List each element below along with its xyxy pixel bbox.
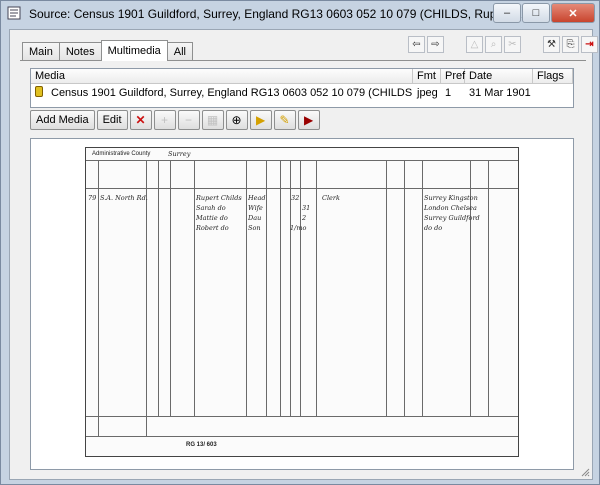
tools-icon[interactable]: ⚒ <box>543 36 560 53</box>
census-birthplace-1: Surrey Kingston <box>424 194 478 202</box>
table-row[interactable]: Census 1901 Guildford, Surrey, England R… <box>31 84 573 102</box>
tab-notes[interactable]: Notes <box>58 42 102 60</box>
minimize-button[interactable]: – <box>493 3 521 23</box>
resize-grip-icon[interactable] <box>580 467 590 477</box>
census-footer-ref: RG 13/ 603 <box>186 442 217 448</box>
media-preview[interactable]: Administrative County Surrey 79 S.A. Nor… <box>30 138 574 470</box>
tab-multimedia[interactable]: Multimedia <box>100 40 168 61</box>
copy-icon[interactable]: ⎘ <box>562 36 579 53</box>
source-window: Source: Census 1901 Guildford, Surrey, E… <box>0 0 600 485</box>
census-name-4: Robert do <box>196 224 229 232</box>
cut-icon[interactable]: ✂ <box>504 36 521 53</box>
search-icon[interactable]: ⌕ <box>485 36 502 53</box>
client-area: Main Notes Multimedia All ⇦ ⇨ △ ⌕ ✂ ⚒ ⎘ … <box>9 29 598 480</box>
media-name: Census 1901 Guildford, Surrey, England R… <box>51 87 413 99</box>
media-flags <box>533 84 573 102</box>
source-app-icon <box>7 6 21 20</box>
maximize-button[interactable]: □ <box>522 3 550 23</box>
column-header-media[interactable]: Media <box>31 69 413 83</box>
add-media-button[interactable]: Add Media <box>30 110 95 130</box>
media-format: jpeg <box>417 87 438 99</box>
window-controls: – □ ✕ <box>493 3 595 23</box>
tab-main[interactable]: Main <box>22 42 60 60</box>
tab-strip: Main Notes Multimedia All <box>22 39 194 61</box>
census-relation-4: Son <box>248 224 261 232</box>
census-street: S.A. North Rd. <box>100 194 148 202</box>
census-county: Surrey <box>168 150 191 158</box>
census-relation-3: Dau <box>248 214 262 222</box>
census-name-3: Mattie do <box>196 214 228 222</box>
census-occupation: Clerk <box>322 194 340 202</box>
close-button[interactable]: ✕ <box>551 3 595 23</box>
edit-button[interactable]: Edit <box>96 110 128 130</box>
census-birthplace-4: do do <box>424 224 443 232</box>
media-table-header: Media Fmt Pref Date Flags <box>31 69 573 84</box>
window-toolbar: ⇦ ⇨ △ ⌕ ✂ ⚒ ⎘ ⇥ <box>408 36 598 53</box>
pin-icon <box>35 86 43 97</box>
exit-icon[interactable]: ⇥ <box>581 36 598 53</box>
media-actions: Add Media Edit ✕ + − ▦ ⊕ ▶ ✎ ▶ <box>30 110 320 130</box>
media-pref: 1 <box>445 87 452 99</box>
media-table: Media Fmt Pref Date Flags Census 1901 Gu… <box>30 68 574 108</box>
census-age-3: 2 <box>302 214 307 222</box>
census-row-no: 79 <box>88 194 97 202</box>
delete-icon[interactable]: ✕ <box>129 110 152 130</box>
census-name-1: Rupert Childs <box>196 194 242 202</box>
census-relation-1: Head <box>248 194 266 202</box>
column-header-date[interactable]: Date <box>465 69 533 83</box>
grid-icon[interactable]: ▦ <box>201 110 224 130</box>
census-birthplace-2: London Chelsea <box>424 204 477 212</box>
remove-icon[interactable]: − <box>177 110 200 130</box>
tab-all[interactable]: All <box>166 42 194 60</box>
title-bar[interactable]: Source: Census 1901 Guildford, Surrey, E… <box>1 1 599 27</box>
census-name-2: Sarah do <box>196 204 226 212</box>
record-icon[interactable]: ▶ <box>297 110 320 130</box>
play-icon[interactable]: ▶ <box>249 110 272 130</box>
census-birthplace-3: Surrey Guildford <box>424 214 480 222</box>
census-age-1: 32 <box>291 194 300 202</box>
census-image: Administrative County Surrey 79 S.A. Nor… <box>85 147 519 457</box>
back-icon[interactable]: ⇦ <box>408 36 425 53</box>
window-title: Source: Census 1901 Guildford, Surrey, E… <box>29 7 537 21</box>
census-age-2: 31 <box>302 204 311 212</box>
census-age-4: 1/mo <box>290 224 307 232</box>
column-header-flags[interactable]: Flags <box>533 69 573 83</box>
census-relation-2: Wife <box>248 204 263 212</box>
census-header-left: Administrative County <box>92 151 151 157</box>
column-header-pref[interactable]: Pref <box>441 69 465 83</box>
forward-icon[interactable]: ⇨ <box>427 36 444 53</box>
target-icon[interactable]: ⊕ <box>225 110 248 130</box>
add-icon[interactable]: + <box>153 110 176 130</box>
edit-media-icon[interactable]: ✎ <box>273 110 296 130</box>
up-icon[interactable]: △ <box>466 36 483 53</box>
media-date: 31 Mar 1901 <box>469 87 531 99</box>
column-header-fmt[interactable]: Fmt <box>413 69 441 83</box>
